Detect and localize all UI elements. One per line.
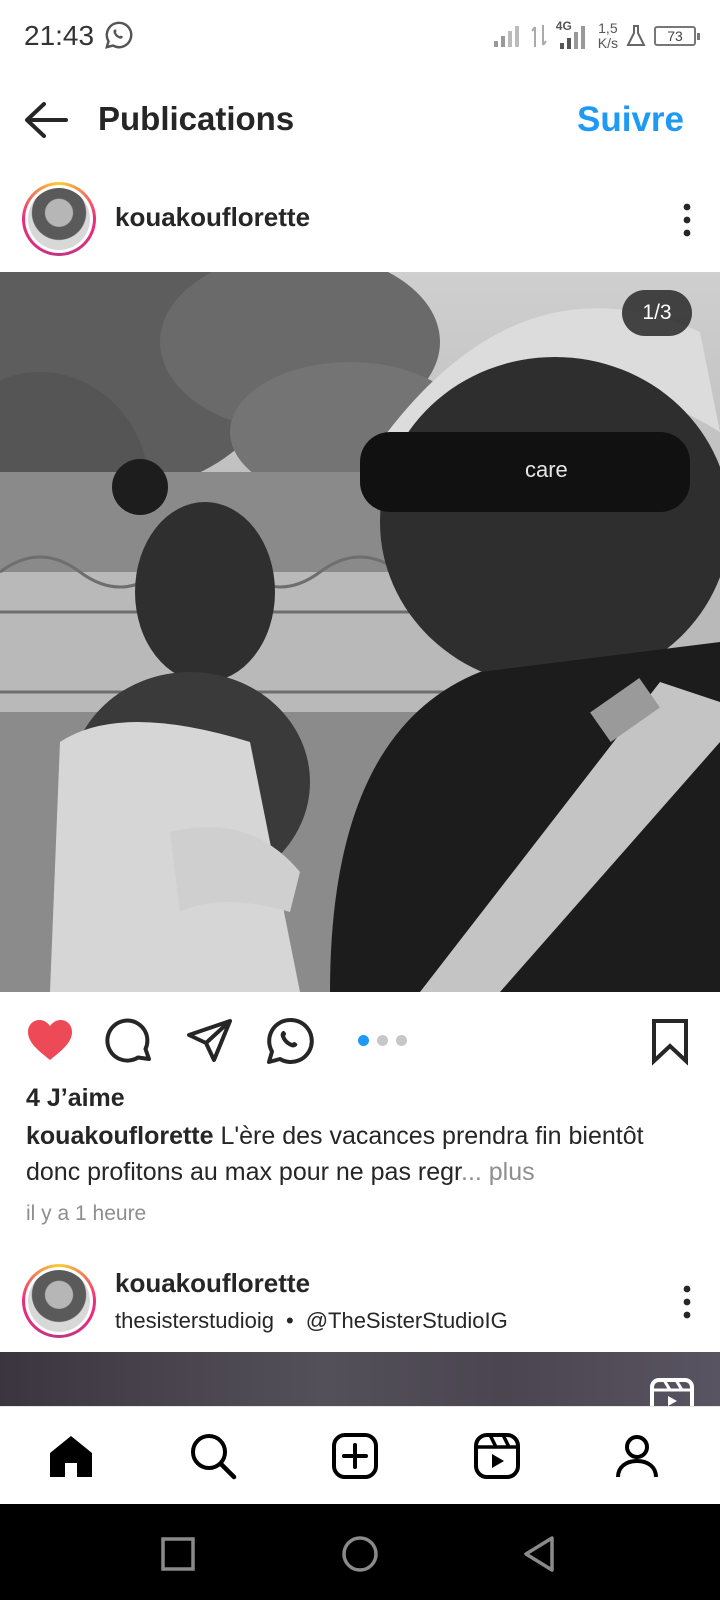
- three-dots-vertical-icon[interactable]: [682, 1284, 692, 1320]
- net-speed-value: 1,5: [598, 20, 618, 36]
- next-post-header: kouakouflorette thesisterstudioig • @The…: [0, 1252, 720, 1348]
- carousel-dot: [358, 1035, 369, 1046]
- follow-button[interactable]: Suivre: [577, 100, 684, 140]
- cell-bars-icon: [559, 26, 585, 49]
- battery-indicator: 73: [654, 26, 700, 46]
- header: Publications Suivre: [0, 72, 720, 168]
- post-header: kouakouflorette: [0, 170, 720, 266]
- carousel-dot: [396, 1035, 407, 1046]
- heart-filled-icon[interactable]: [25, 1016, 75, 1066]
- home-icon[interactable]: [46, 1431, 96, 1481]
- image-counter: 1/3: [622, 290, 692, 336]
- recents-icon[interactable]: [158, 1534, 198, 1574]
- arrow-left-icon[interactable]: [22, 98, 70, 142]
- caption-more-link[interactable]: ... plus: [461, 1158, 535, 1186]
- page-title: Publications: [98, 100, 295, 137]
- whatsapp-notification-icon: [105, 21, 133, 49]
- signal-icon: [493, 26, 519, 47]
- back-triangle-icon[interactable]: [520, 1534, 560, 1574]
- sunglasses-text: care: [525, 457, 568, 482]
- create-icon[interactable]: [330, 1431, 380, 1481]
- whatsapp-icon[interactable]: [265, 1016, 315, 1066]
- carousel-dots: [358, 1035, 407, 1046]
- mention[interactable]: @TheSisterStudioIG: [306, 1308, 508, 1334]
- mobile-signal-4g: 4G: [556, 19, 590, 51]
- data-transfer-icon: [530, 25, 547, 47]
- post-actions: [0, 1000, 720, 1080]
- system-nav-bar: [0, 1504, 720, 1600]
- avatar: [28, 188, 90, 250]
- post-image[interactable]: care 1/3: [0, 272, 720, 992]
- caption-username[interactable]: kouakouflorette: [26, 1122, 214, 1150]
- status-time: 21:43: [24, 20, 95, 51]
- audio-source[interactable]: thesisterstudioig: [115, 1308, 274, 1334]
- post-timestamp: il y a 1 heure: [26, 1202, 147, 1225]
- three-dots-vertical-icon[interactable]: [682, 202, 692, 238]
- paper-plane-icon[interactable]: [185, 1016, 235, 1066]
- net-speed-unit: K/s: [597, 35, 618, 51]
- home-circle-icon[interactable]: [340, 1534, 380, 1574]
- next-post-image[interactable]: [0, 1352, 720, 1408]
- bottom-nav: [0, 1406, 720, 1504]
- story-ring[interactable]: [22, 1264, 96, 1338]
- flask-icon: [626, 25, 646, 46]
- carousel-dot: [377, 1035, 388, 1046]
- likes-count[interactable]: 4 J’aime: [26, 1084, 125, 1113]
- status-indicators: 4G 1,5 K/s 73: [492, 18, 700, 54]
- next-post-username[interactable]: kouakouflorette: [115, 1268, 310, 1299]
- caption: kouakouflorette L'ère des vacances prend…: [26, 1118, 702, 1190]
- net-speed: 1,5 K/s: [598, 21, 618, 51]
- search-icon[interactable]: [188, 1431, 238, 1481]
- post-username[interactable]: kouakouflorette: [115, 202, 310, 233]
- profile-icon[interactable]: [612, 1431, 662, 1481]
- bookmark-icon[interactable]: [645, 1016, 695, 1066]
- post-photo: care: [0, 272, 720, 992]
- reels-icon[interactable]: [472, 1431, 522, 1481]
- reels-icon: [650, 1378, 694, 1408]
- story-ring[interactable]: [22, 182, 96, 256]
- next-post-subline: thesisterstudioig • @TheSisterStudioIG: [115, 1308, 508, 1334]
- avatar: [28, 1270, 90, 1332]
- separator: •: [285, 1308, 294, 1333]
- status-bar: 21:43 4G 1,5 K/s 73: [0, 0, 720, 72]
- comment-bubble-icon[interactable]: [105, 1016, 155, 1066]
